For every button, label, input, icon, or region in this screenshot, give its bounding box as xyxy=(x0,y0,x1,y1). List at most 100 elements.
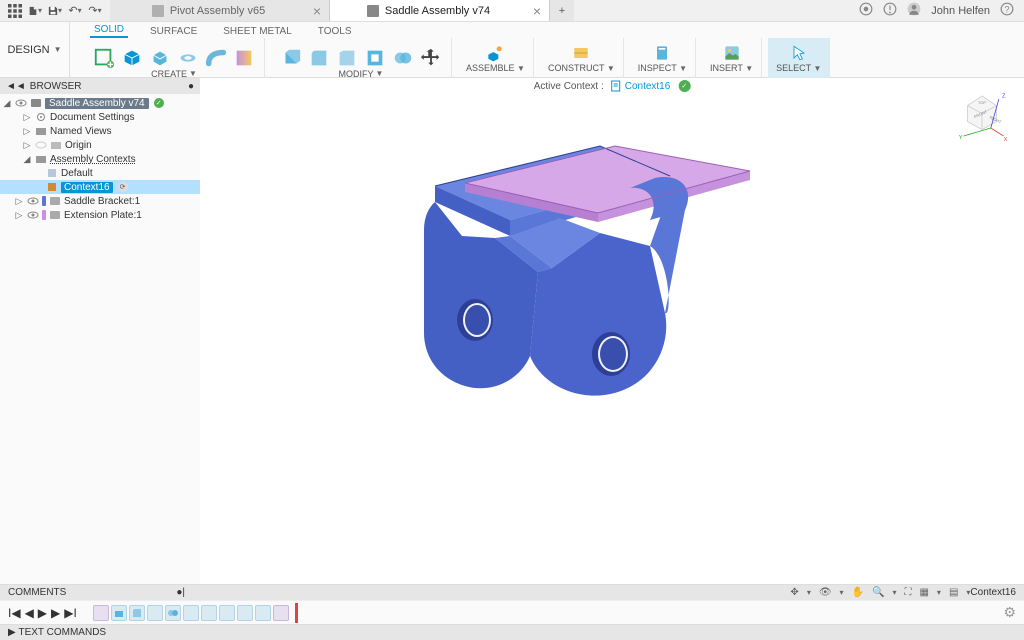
chamfer-icon[interactable] xyxy=(335,46,359,70)
username[interactable]: John Helfen xyxy=(931,5,990,17)
grid-icon[interactable]: ▤ xyxy=(949,587,958,598)
model-3d[interactable] xyxy=(320,88,780,448)
loft-icon[interactable] xyxy=(232,46,256,70)
combine-icon[interactable] xyxy=(391,46,415,70)
group-label-modify[interactable]: MODIFY ▼ xyxy=(339,69,384,79)
collapse-icon[interactable]: ◄◄ xyxy=(6,81,26,92)
ribbon-tab-solid[interactable]: SOLID xyxy=(90,24,128,38)
workspace-dropdown[interactable]: DESIGN▼ xyxy=(0,22,70,77)
timeline-fwd-icon[interactable]: ▶ xyxy=(51,606,60,620)
timeline-play-icon[interactable]: ▶ xyxy=(38,606,47,620)
timeline-feature[interactable] xyxy=(129,605,145,621)
timeline-back-icon[interactable]: ◀ xyxy=(25,606,34,620)
insert-dropdown[interactable]: INSERT ▼ xyxy=(702,38,762,78)
timeline-feature[interactable] xyxy=(111,605,127,621)
undo-icon[interactable]: ↶▾ xyxy=(68,4,82,18)
inspect-dropdown[interactable]: INSPECT ▼ xyxy=(630,38,696,78)
timeline-feature[interactable] xyxy=(165,605,181,621)
timeline-feature[interactable] xyxy=(219,605,235,621)
sweep-icon[interactable] xyxy=(204,46,228,70)
ribbon-tab-tools[interactable]: TOOLS xyxy=(314,26,356,38)
tree-root[interactable]: ◢ Saddle Assembly v74 ✓ xyxy=(0,96,200,110)
browser-header[interactable]: ◄◄ BROWSER ● xyxy=(0,78,200,94)
expand-arrow-icon[interactable]: ▷ xyxy=(14,196,24,207)
fit-icon[interactable]: ⛶ xyxy=(904,587,911,598)
orbit-icon[interactable]: ✥ xyxy=(790,587,798,598)
box-icon[interactable] xyxy=(120,46,144,70)
group-label-create[interactable]: CREATE ▼ xyxy=(151,69,197,79)
pin-icon[interactable]: ●| xyxy=(176,587,185,598)
browser-panel: ◄◄ BROWSER ● ◢ Saddle Assembly v74 ✓ ▷Do… xyxy=(0,78,200,584)
select-dropdown[interactable]: SELECT ▼ xyxy=(768,38,830,78)
user-avatar-icon[interactable] xyxy=(907,2,921,19)
comments-label[interactable]: COMMENTS xyxy=(8,587,66,598)
tree-origin[interactable]: ▷ Origin xyxy=(0,138,200,152)
apps-grid-icon[interactable] xyxy=(8,4,22,18)
expand-arrow-icon[interactable]: ▷ xyxy=(22,140,32,151)
timeline-feature[interactable] xyxy=(201,605,217,621)
folder-icon xyxy=(35,154,47,164)
collapse-arrow-icon[interactable]: ◢ xyxy=(2,98,12,109)
extensions-icon[interactable] xyxy=(859,2,873,19)
timeline-feature[interactable] xyxy=(237,605,253,621)
ribbon-tab-surface[interactable]: SURFACE xyxy=(146,26,201,38)
timeline-marker[interactable] xyxy=(295,603,298,623)
tree-context16[interactable]: Context16⟳ xyxy=(0,180,200,194)
revolve-icon[interactable] xyxy=(176,46,200,70)
expand-icon[interactable]: ▶ xyxy=(8,627,16,638)
file-icon[interactable]: ▾ xyxy=(28,4,42,18)
tree-assembly-contexts[interactable]: ◢Assembly Contexts xyxy=(0,152,200,166)
visibility-icon[interactable] xyxy=(27,196,39,206)
tab-saddle-assembly[interactable]: Saddle Assembly v74 × xyxy=(330,0,550,21)
bottom-panels: COMMENTS ●| ✥▾ 👁▾ ✋ 🔍▾ ⛶ ▦▾ ▤▾ Context16… xyxy=(0,584,1024,640)
ribbon-tab-sheetmetal[interactable]: SHEET METAL xyxy=(219,26,296,38)
display-icon[interactable]: ▦ xyxy=(919,587,928,598)
tree-named-views[interactable]: ▷Named Views xyxy=(0,124,200,138)
tree-default-context[interactable]: Default xyxy=(0,166,200,180)
timeline-start-icon[interactable]: I◀ xyxy=(8,606,21,620)
timeline-feature[interactable] xyxy=(183,605,199,621)
collapse-arrow-icon[interactable]: ◢ xyxy=(22,154,32,165)
timeline-feature[interactable] xyxy=(93,605,109,621)
timeline-feature[interactable] xyxy=(255,605,271,621)
shell-icon[interactable] xyxy=(363,46,387,70)
tree-doc-settings[interactable]: ▷Document Settings xyxy=(0,110,200,124)
text-commands-bar[interactable]: ▶ TEXT COMMANDS xyxy=(0,624,1024,640)
visibility-icon[interactable] xyxy=(27,210,39,220)
new-sketch-icon[interactable] xyxy=(92,46,116,70)
fillet-icon[interactable] xyxy=(307,46,331,70)
tab-pivot-assembly[interactable]: Pivot Assembly v65 × xyxy=(110,0,330,21)
close-icon[interactable]: × xyxy=(533,3,541,19)
assemble-dropdown[interactable]: ASSEMBLE ▼ xyxy=(458,38,534,78)
expand-arrow-icon[interactable]: ▷ xyxy=(22,112,32,123)
visibility-icon[interactable] xyxy=(15,98,27,108)
timeline-feature[interactable] xyxy=(147,605,163,621)
tree-extension-plate[interactable]: ▷Extension Plate:1 xyxy=(0,208,200,222)
viewport[interactable]: Active Context : Context16 ✓ xyxy=(200,78,1024,584)
tree-saddle-bracket[interactable]: ▷Saddle Bracket:1 xyxy=(0,194,200,208)
visibility-off-icon[interactable] xyxy=(35,140,47,150)
redo-icon[interactable]: ↷▾ xyxy=(88,4,102,18)
notifications-icon[interactable] xyxy=(883,2,897,19)
extrude-icon[interactable] xyxy=(148,46,172,70)
timeline-settings-icon[interactable]: ⚙ xyxy=(1003,604,1016,621)
view-cube[interactable]: FRONT RIGHT TOP X Y Z xyxy=(954,88,1010,144)
timeline-feature[interactable] xyxy=(273,605,289,621)
refresh-icon[interactable]: ⟳ xyxy=(118,182,128,192)
timeline-end-icon[interactable]: ▶I xyxy=(64,606,77,620)
expand-arrow-icon[interactable]: ▷ xyxy=(14,210,24,221)
zoom-icon[interactable]: 🔍 xyxy=(872,587,884,598)
help-icon[interactable]: ? xyxy=(1000,2,1014,19)
node-label: Origin xyxy=(65,140,92,151)
pan-icon[interactable]: ✋ xyxy=(852,587,864,598)
press-pull-icon[interactable] xyxy=(279,46,303,70)
pin-icon[interactable]: ● xyxy=(188,81,194,92)
new-tab-button[interactable]: + xyxy=(550,0,574,21)
close-icon[interactable]: × xyxy=(313,3,321,19)
save-icon[interactable]: ▾ xyxy=(48,4,62,18)
move-icon[interactable] xyxy=(419,46,443,70)
construct-dropdown[interactable]: CONSTRUCT ▼ xyxy=(540,38,624,78)
look-icon[interactable]: 👁 xyxy=(819,587,832,598)
ribbon-body: SOLID SURFACE SHEET METAL TOOLS CREATE ▼ xyxy=(70,22,1024,77)
expand-arrow-icon[interactable]: ▷ xyxy=(22,126,32,137)
